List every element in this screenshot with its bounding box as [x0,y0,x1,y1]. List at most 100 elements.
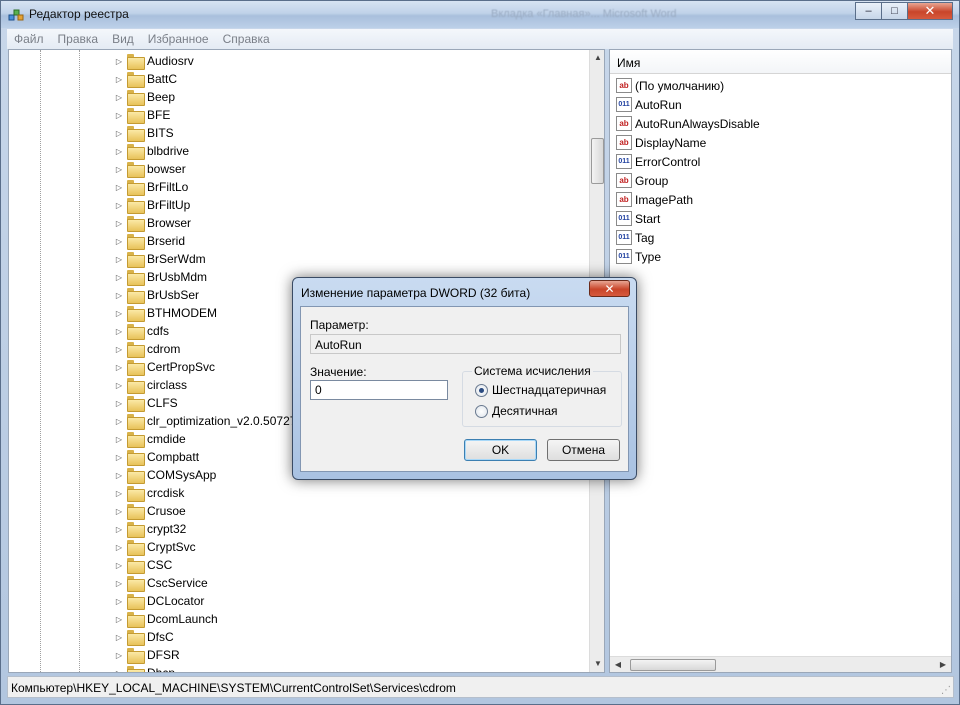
tree-item[interactable]: ▷ cmdide [114,430,186,448]
value-row[interactable]: ab ImagePath [616,190,693,209]
expand-arrow-icon[interactable]: ▷ [114,651,124,660]
menu-favorites[interactable]: Избранное [141,32,216,46]
menu-file[interactable]: Файл [7,32,51,46]
value-row[interactable]: 011 Type [616,247,661,266]
menu-view[interactable]: Вид [105,32,141,46]
expand-arrow-icon[interactable]: ▷ [114,669,124,673]
scroll-thumb[interactable] [630,659,716,671]
maximize-button[interactable]: □ [881,2,908,20]
expand-arrow-icon[interactable]: ▷ [114,417,124,426]
value-row[interactable]: ab DisplayName [616,133,706,152]
value-input[interactable] [310,380,448,400]
tree-item[interactable]: ▷ CSC [114,556,172,574]
tree-item[interactable]: ▷ cdfs [114,322,169,340]
expand-arrow-icon[interactable]: ▷ [114,471,124,480]
tree-item[interactable]: ▷ BrUsbMdm [114,268,207,286]
radio-hex-icon[interactable] [475,383,488,397]
expand-arrow-icon[interactable]: ▷ [114,165,124,174]
scroll-right-arrow-icon[interactable]: ▶ [935,657,951,672]
radio-decimal-icon[interactable] [475,404,488,418]
tree-item[interactable]: ▷ BrFiltUp [114,196,190,214]
tree-item[interactable]: ▷ cdrom [114,340,180,358]
registry-values-list[interactable]: Имя ab (По умолчанию) 011 AutoRun ab AutoRunA… [609,49,952,673]
expand-arrow-icon[interactable]: ▷ [114,111,124,120]
expand-arrow-icon[interactable]: ▷ [114,507,124,516]
expand-arrow-icon[interactable]: ▷ [114,399,124,408]
expand-arrow-icon[interactable]: ▷ [114,435,124,444]
tree-item[interactable]: ▷ BattC [114,70,177,88]
value-row[interactable]: ab Group [616,171,668,190]
expand-arrow-icon[interactable]: ▷ [114,129,124,138]
close-button[interactable]: ✕ [907,2,953,20]
expand-arrow-icon[interactable]: ▷ [114,615,124,624]
expand-arrow-icon[interactable]: ▷ [114,147,124,156]
expand-arrow-icon[interactable]: ▷ [114,489,124,498]
value-row[interactable]: 011 AutoRun [616,95,682,114]
tree-item[interactable]: ▷ clr_optimization_v2.0.50727_ [114,412,303,430]
ok-button[interactable]: OK [464,439,537,461]
expand-arrow-icon[interactable]: ▷ [114,543,124,552]
resize-grip-icon[interactable]: ⋰ [941,685,951,696]
expand-arrow-icon[interactable]: ▷ [114,363,124,372]
menu-help[interactable]: Справка [216,32,277,46]
value-row[interactable]: 011 ErrorControl [616,152,700,171]
dialog-close-button[interactable]: ✕ [589,280,630,297]
tree-item[interactable]: ▷ Crusoe [114,502,186,520]
expand-arrow-icon[interactable]: ▷ [114,345,124,354]
tree-item[interactable]: ▷ Compbatt [114,448,199,466]
tree-item[interactable]: ▷ DFSR [114,646,180,664]
tree-item[interactable]: ▷ DfsC [114,628,174,646]
expand-arrow-icon[interactable]: ▷ [114,219,124,228]
tree-item[interactable]: ▷ Brserid [114,232,185,250]
expand-arrow-icon[interactable]: ▷ [114,57,124,66]
cancel-button[interactable]: Отмена [547,439,620,461]
expand-arrow-icon[interactable]: ▷ [114,183,124,192]
minimize-button[interactable]: – [855,2,882,20]
tree-item[interactable]: ▷ CLFS [114,394,178,412]
expand-arrow-icon[interactable]: ▷ [114,561,124,570]
menu-edit[interactable]: Правка [51,32,106,46]
expand-arrow-icon[interactable]: ▷ [114,255,124,264]
expand-arrow-icon[interactable]: ▷ [114,453,124,462]
tree-item[interactable]: ▷ bowser [114,160,186,178]
expand-arrow-icon[interactable]: ▷ [114,237,124,246]
expand-arrow-icon[interactable]: ▷ [114,75,124,84]
value-row[interactable]: ab AutoRunAlwaysDisable [616,114,760,133]
column-header-name[interactable]: Имя [610,50,951,74]
tree-item[interactable]: ▷ Audiosrv [114,52,194,70]
tree-item[interactable]: ▷ Browser [114,214,191,232]
expand-arrow-icon[interactable]: ▷ [114,201,124,210]
tree-item[interactable]: ▷ BFE [114,106,170,124]
scroll-down-arrow-icon[interactable]: ▼ [590,656,604,672]
tree-item[interactable]: ▷ crypt32 [114,520,186,538]
expand-arrow-icon[interactable]: ▷ [114,273,124,282]
scroll-up-arrow-icon[interactable]: ▲ [590,50,604,66]
tree-item[interactable]: ▷ Dhcp [114,664,175,673]
tree-item[interactable]: ▷ BrFiltLo [114,178,188,196]
scroll-left-arrow-icon[interactable]: ◀ [610,657,626,672]
tree-item[interactable]: ▷ BTHMODEM [114,304,217,322]
value-row[interactable]: 011 Tag [616,228,654,247]
tree-item[interactable]: ▷ BrSerWdm [114,250,206,268]
radio-decimal[interactable]: Десятичная [475,404,558,418]
expand-arrow-icon[interactable]: ▷ [114,597,124,606]
tree-item[interactable]: ▷ BrUsbSer [114,286,199,304]
value-row[interactable]: ab (По умолчанию) [616,76,724,95]
tree-item[interactable]: ▷ CscService [114,574,208,592]
tree-item[interactable]: ▷ circlass [114,376,187,394]
title-bar[interactable]: Редактор реестра Вкладка «Главная»... Mi… [1,1,959,28]
expand-arrow-icon[interactable]: ▷ [114,327,124,336]
tree-item[interactable]: ▷ CertPropSvc [114,358,215,376]
tree-item[interactable]: ▷ CryptSvc [114,538,196,556]
scroll-thumb[interactable] [591,138,604,184]
tree-item[interactable]: ▷ blbdrive [114,142,189,160]
expand-arrow-icon[interactable]: ▷ [114,309,124,318]
tree-item[interactable]: ▷ Beep [114,88,175,106]
radio-hex[interactable]: Шестнадцатеричная [475,383,606,397]
values-horizontal-scrollbar[interactable]: ◀ ▶ [610,656,951,672]
value-row[interactable]: 011 Start [616,209,660,228]
expand-arrow-icon[interactable]: ▷ [114,93,124,102]
tree-item[interactable]: ▷ DCLocator [114,592,204,610]
tree-item[interactable]: ▷ BITS [114,124,174,142]
tree-item[interactable]: ▷ DcomLaunch [114,610,218,628]
